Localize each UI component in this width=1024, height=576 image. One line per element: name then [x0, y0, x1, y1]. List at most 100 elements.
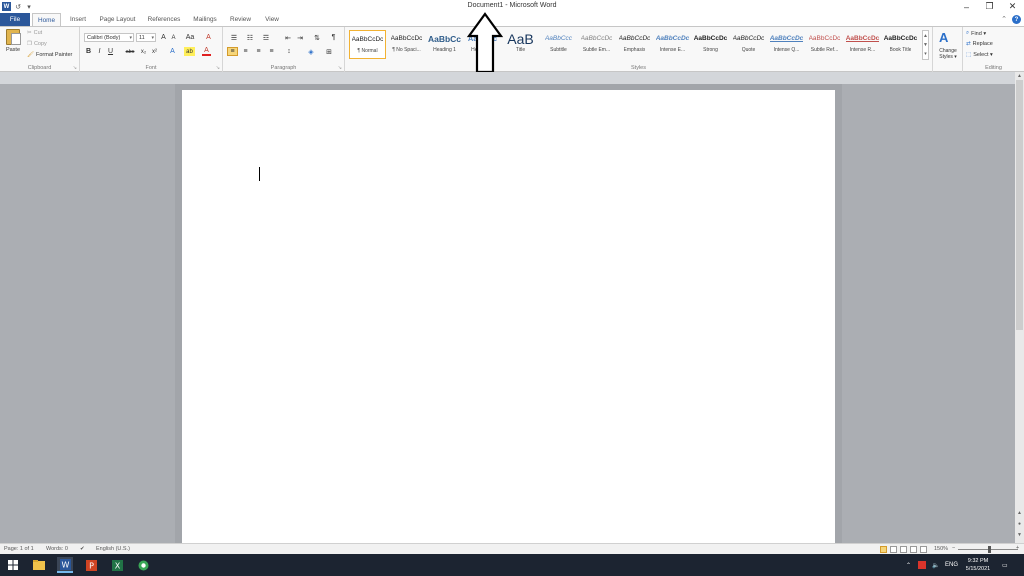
proofing-icon[interactable]: ✔ [80, 546, 85, 552]
tab-home[interactable]: Home [32, 13, 61, 27]
zoom-out-icon[interactable]: − [952, 545, 955, 551]
style-emphasis[interactable]: AaBbCcDc Emphasis [616, 30, 653, 59]
scroll-up-icon[interactable]: ▲ [1015, 509, 1024, 516]
clear-formatting-button[interactable]: A [204, 33, 213, 42]
shading-button[interactable]: ◈ [305, 47, 317, 56]
find-button[interactable]: ⌕ Find ▾ [966, 30, 986, 37]
scroll-up-icon[interactable]: ▲ [1015, 72, 1024, 79]
word-count[interactable]: Words: 0 [46, 546, 68, 552]
style-quote[interactable]: AaBbCcDc Quote [730, 30, 767, 59]
multilevel-list-button[interactable]: ☲ [259, 33, 273, 42]
grow-font-button[interactable]: A [159, 33, 168, 42]
center-button[interactable]: ≡ [240, 47, 251, 56]
superscript-button[interactable]: x² [150, 47, 159, 56]
numbering-button[interactable]: ☷ [243, 33, 257, 42]
minimize-button[interactable]: – [955, 0, 978, 13]
tab-insert[interactable]: Insert [63, 13, 93, 26]
full-screen-view-icon[interactable] [890, 546, 897, 553]
change-case-button[interactable]: Aa [184, 33, 196, 42]
format-painter-button[interactable]: 🖌 Format Painter [27, 52, 72, 58]
style-normal[interactable]: AaBbCcDc ¶ Normal [349, 30, 386, 59]
app-taskbar-icon[interactable] [135, 557, 151, 573]
increase-indent-button[interactable]: ⇥ [295, 33, 305, 42]
strikethrough-button[interactable]: abc [124, 47, 136, 56]
cut-button[interactable]: ✂ Cut [27, 30, 42, 36]
zoom-in-icon[interactable]: + [1016, 545, 1019, 551]
paste-button[interactable]: Paste [3, 29, 23, 61]
dialog-launcher-icon[interactable]: ↘ [216, 65, 220, 71]
volume-icon[interactable]: 🔈 [932, 554, 939, 576]
outline-view-icon[interactable] [910, 546, 917, 553]
bullets-button[interactable]: ☰ [227, 33, 241, 42]
notifications-icon[interactable]: ▭ [1002, 554, 1008, 576]
web-layout-view-icon[interactable] [900, 546, 907, 553]
tab-view[interactable]: View [258, 13, 286, 26]
italic-button[interactable]: I [95, 47, 104, 56]
dialog-launcher-icon[interactable]: ↘ [73, 65, 77, 71]
print-layout-view-icon[interactable] [880, 546, 887, 553]
style-subtitle[interactable]: AaBbCcc Subtitle [540, 30, 577, 59]
tab-references[interactable]: References [142, 13, 186, 26]
style-strong[interactable]: AaBbCcDc Strong [692, 30, 729, 59]
minimize-ribbon-icon[interactable]: ⌃ [1001, 15, 1007, 24]
highlight-button[interactable]: ab [184, 47, 195, 56]
tab-mailings[interactable]: Mailings [188, 13, 222, 26]
style-intense-reference[interactable]: AaBbCcDc Intense R... [844, 30, 881, 59]
borders-button[interactable]: ⊞ [323, 47, 335, 56]
restore-button[interactable]: ❐ [978, 0, 1001, 13]
decrease-indent-button[interactable]: ⇤ [283, 33, 293, 42]
copy-button[interactable]: ❐ Copy [27, 41, 47, 47]
scroll-down-icon[interactable]: ▼ [1015, 531, 1024, 538]
windows-start-icon[interactable] [5, 557, 21, 573]
align-left-button[interactable]: ≡ [227, 47, 238, 56]
bold-button[interactable]: B [84, 47, 93, 56]
text-effects-button[interactable]: A [168, 47, 177, 56]
dialog-launcher-icon[interactable]: ↘ [338, 65, 342, 71]
tab-review[interactable]: Review [224, 13, 257, 26]
style-title[interactable]: AaB Title [502, 30, 539, 59]
style-intense-emphasis[interactable]: AaBbCcDc Intense E... [654, 30, 691, 59]
powerpoint-taskbar-icon[interactable]: P [83, 557, 99, 573]
style-heading-1[interactable]: AaBbCc Heading 1 [426, 30, 463, 59]
replace-button[interactable]: ⇄ Replace [966, 41, 993, 47]
font-size-combo[interactable]: 11 ▾ [136, 33, 156, 42]
select-button[interactable]: ⬚ Select ▾ [966, 52, 993, 58]
page-count[interactable]: Page: 1 of 1 [4, 546, 34, 552]
style-subtle-reference[interactable]: AaBbCcDc Subtle Ref... [806, 30, 843, 59]
styles-gallery-scroll[interactable]: ▲ ▼ ▾ [922, 30, 929, 60]
scrollbar-thumb[interactable] [1016, 80, 1023, 330]
font-name-combo[interactable]: Calibri (Body) ▾ [84, 33, 134, 42]
zoom-slider-thumb[interactable] [988, 546, 991, 553]
language[interactable]: English (U.S.) [96, 546, 130, 552]
chevron-down-icon[interactable]: ▼ [923, 42, 928, 48]
justify-button[interactable]: ≡ [266, 47, 277, 56]
help-icon[interactable]: ? [1012, 15, 1021, 24]
draft-view-icon[interactable] [920, 546, 927, 553]
style-no-spacing[interactable]: AaBbCcDc ¶ No Spaci... [388, 30, 425, 59]
line-spacing-button[interactable]: ↕ [283, 47, 295, 56]
underline-button[interactable]: U [106, 47, 115, 56]
zoom-level[interactable]: 150% [934, 546, 948, 552]
taskbar-clock[interactable]: 9:32 PM 5/15/2021 [960, 557, 996, 573]
sort-button[interactable]: ⇅ [312, 33, 322, 42]
file-explorer-icon[interactable] [31, 557, 47, 573]
word-taskbar-icon[interactable]: W [57, 557, 73, 573]
chevron-up-icon[interactable]: ▲ [923, 33, 928, 39]
input-language[interactable]: ENG [945, 554, 958, 576]
show-formatting-button[interactable]: ¶ [329, 33, 338, 42]
style-book-title[interactable]: AaBbCcDc Book Title [882, 30, 919, 59]
close-button[interactable]: ✕ [1001, 0, 1024, 13]
excel-taskbar-icon[interactable]: X [109, 557, 125, 573]
tray-app-icon[interactable] [918, 554, 926, 576]
change-styles-button[interactable]: A Change Styles ▾ [933, 27, 963, 72]
tab-file[interactable]: File [0, 13, 30, 26]
style-subtle-emphasis[interactable]: AaBbCcDc Subtle Em... [578, 30, 615, 59]
align-right-button[interactable]: ≡ [253, 47, 264, 56]
document-page[interactable] [182, 90, 835, 550]
subscript-button[interactable]: x₂ [139, 47, 148, 56]
style-intense-quote[interactable]: AaBbCcDc Intense Q... [768, 30, 805, 59]
tray-chevron-up-icon[interactable]: ⌃ [906, 554, 911, 576]
shrink-font-button[interactable]: A [169, 33, 178, 42]
font-color-button[interactable]: A [202, 47, 211, 56]
more-icon[interactable]: ▾ [924, 51, 927, 57]
